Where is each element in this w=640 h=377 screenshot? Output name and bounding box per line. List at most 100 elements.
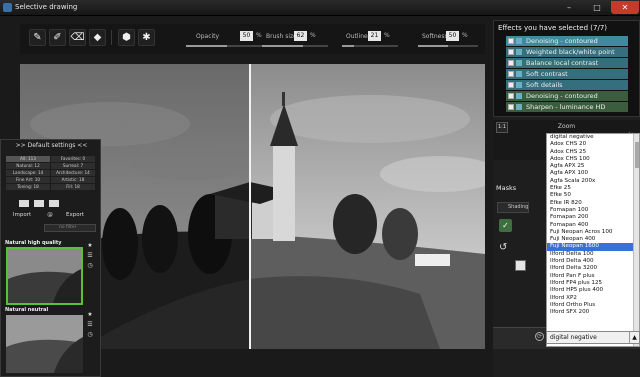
film-type-option[interactable]: Fomapan 200 bbox=[547, 214, 639, 221]
preset-thumbnail[interactable] bbox=[6, 315, 83, 373]
info-icon[interactable]: ◷ bbox=[87, 263, 93, 269]
checkbox-icon[interactable] bbox=[508, 71, 514, 77]
effect-item[interactable]: Denoising - contoured bbox=[506, 91, 628, 101]
preset-category[interactable]: Fine Art: 10 bbox=[6, 177, 50, 183]
preset-thumbnail-image bbox=[6, 315, 83, 373]
effect-item[interactable]: Denoising - contoured bbox=[506, 36, 628, 46]
film-type-option[interactable]: Ilford XP2 bbox=[547, 295, 639, 302]
minimize-button[interactable]: – bbox=[555, 1, 583, 14]
film-type-option[interactable]: digital negative bbox=[547, 134, 639, 141]
softness-value[interactable]: 50 bbox=[446, 31, 459, 41]
preset-category-grid: All: 113 Favorites: 0Natural: 12 Surreal: … bbox=[6, 156, 97, 191]
checkbox-icon[interactable] bbox=[508, 60, 514, 66]
checkbox-icon[interactable] bbox=[508, 82, 514, 88]
effect-item[interactable]: Balance local contrast bbox=[506, 58, 628, 68]
film-type-option[interactable]: Fomapan 100 bbox=[547, 207, 639, 214]
eraser-tool-icon[interactable]: ⌫ bbox=[69, 29, 86, 46]
dropdown-scrollbar[interactable] bbox=[633, 134, 639, 346]
preset-category[interactable]: Natural: 12 bbox=[6, 163, 50, 169]
film-type-option[interactable]: Efke 50 bbox=[547, 192, 639, 199]
preset-filter-select[interactable]: no filter bbox=[44, 224, 96, 232]
pen-tool-icon[interactable]: ✐ bbox=[49, 29, 66, 46]
film-type-option[interactable]: Ilford Delta 3200 bbox=[547, 265, 639, 272]
brush-tool-icon[interactable]: ✎ bbox=[29, 29, 46, 46]
film-type-option[interactable]: Ilford Delta 400 bbox=[547, 258, 639, 265]
brush-size-value[interactable]: 62 bbox=[294, 31, 307, 41]
checkbox-icon[interactable] bbox=[508, 49, 514, 55]
film-type-option[interactable]: Fuji Neopan 400 bbox=[547, 236, 639, 243]
chevron-up-icon[interactable]: ▲ bbox=[629, 332, 639, 343]
add-preset-icon[interactable] bbox=[48, 200, 59, 207]
preset-category[interactable]: Surreal: 7 bbox=[51, 163, 95, 169]
checkbox-icon[interactable] bbox=[508, 93, 514, 99]
refresh-icon[interactable]: ⟳ bbox=[535, 332, 544, 341]
settings-tool-icon[interactable]: ✱ bbox=[138, 29, 155, 46]
maximize-button[interactable]: □ bbox=[583, 1, 611, 14]
film-type-select[interactable]: digital negative ▲ bbox=[546, 331, 640, 344]
list-icon[interactable]: ☰ bbox=[87, 322, 93, 328]
brush-size-slider[interactable]: Brush size 62 % bbox=[262, 31, 336, 47]
preset-category[interactable]: All: 113 bbox=[6, 156, 50, 162]
film-type-option[interactable]: Efke IR 820 bbox=[547, 200, 639, 207]
fill-tool-icon[interactable]: ◆ bbox=[89, 29, 106, 46]
film-type-option[interactable]: Adox CHS 100 bbox=[547, 156, 639, 163]
film-type-option[interactable]: Fuji Neopan Acros 100 bbox=[547, 229, 639, 236]
film-type-option[interactable]: Efke 25 bbox=[547, 185, 639, 192]
film-type-option[interactable]: Agfa Scala 200x bbox=[547, 178, 639, 185]
film-type-option[interactable]: Fuji Neopan 1600 bbox=[547, 243, 639, 251]
film-type-dropdown[interactable]: digital negative Adox CHS 20 Adox CHS 25 Ad… bbox=[546, 133, 640, 347]
opacity-slider[interactable]: Opacity 50 % bbox=[186, 31, 268, 47]
list-view-icon[interactable] bbox=[33, 200, 44, 207]
preset-category[interactable]: Architecture: 14 bbox=[51, 170, 95, 176]
favorite-icon[interactable]: ★ bbox=[87, 312, 93, 318]
scrollbar-thumb[interactable] bbox=[635, 142, 639, 168]
effect-item[interactable]: Weighted black/white point bbox=[506, 47, 628, 57]
film-type-option[interactable]: Agfa APX 100 bbox=[547, 170, 639, 177]
film-type-option[interactable]: Adox CHS 25 bbox=[547, 149, 639, 156]
film-type-option[interactable]: Ilford Ortho Plus bbox=[547, 302, 639, 309]
undo-icon[interactable]: ↺ bbox=[499, 242, 512, 255]
outline-slider[interactable]: Outline 21 % bbox=[342, 31, 406, 47]
window-title: Selective drawing bbox=[15, 3, 78, 11]
mask-swatch[interactable] bbox=[515, 260, 526, 271]
favorite-icon[interactable]: ★ bbox=[87, 243, 93, 249]
film-type-option[interactable]: Fomapan 400 bbox=[547, 222, 639, 229]
preset-label: Natural neutral bbox=[5, 307, 49, 313]
preset-category[interactable]: Artistic: 18 bbox=[51, 177, 95, 183]
list-icon[interactable]: ☰ bbox=[87, 253, 93, 259]
checkbox-icon[interactable] bbox=[508, 104, 514, 110]
presets-title[interactable]: >> Default settings << bbox=[1, 142, 102, 149]
info-icon[interactable]: ◷ bbox=[87, 332, 93, 338]
opacity-value[interactable]: 50 bbox=[240, 31, 253, 41]
grid-view-icon[interactable] bbox=[19, 200, 29, 207]
effect-item[interactable]: Sharpen - luminance HD bbox=[506, 102, 628, 112]
presets-panel: >> Default settings << All: 113 Favorites… bbox=[0, 139, 101, 377]
preset-thumbnail[interactable] bbox=[6, 247, 83, 305]
film-type-option[interactable]: Agfa APX 25 bbox=[547, 163, 639, 170]
film-type-option[interactable]: Ilford HP5 plus 400 bbox=[547, 287, 639, 294]
film-type-option[interactable]: Ilford SFX 200 bbox=[547, 309, 639, 316]
at-icon[interactable]: @ bbox=[45, 211, 55, 220]
checkbox-icon[interactable] bbox=[508, 38, 514, 44]
preset-category[interactable]: Toning: 18 bbox=[6, 184, 50, 190]
app-icon bbox=[3, 3, 12, 12]
import-button[interactable]: Import bbox=[11, 211, 33, 220]
effect-item[interactable]: Soft details bbox=[506, 80, 628, 90]
effect-item[interactable]: Soft contrast bbox=[506, 69, 628, 79]
film-type-option[interactable]: Ilford Delta 100 bbox=[547, 251, 639, 258]
film-type-option[interactable]: Adox CHS 20 bbox=[547, 141, 639, 148]
film-type-option[interactable]: Ilford FP4 plus 125 bbox=[547, 280, 639, 287]
film-type-list: digital negative Adox CHS 20 Adox CHS 25 Ad… bbox=[547, 134, 639, 316]
shape-tool-icon[interactable]: ⬢ bbox=[118, 29, 135, 46]
outline-value[interactable]: 21 bbox=[368, 31, 381, 41]
export-button[interactable]: Export bbox=[63, 211, 87, 220]
checkmark-icon[interactable]: ✓ bbox=[499, 219, 512, 232]
preset-category[interactable]: Favorites: 0 bbox=[51, 156, 95, 162]
preset-category[interactable]: Landscape: 14 bbox=[6, 170, 50, 176]
softness-slider[interactable]: Softness 50 % bbox=[418, 31, 482, 47]
close-button[interactable]: ✕ bbox=[611, 1, 639, 14]
shading-button[interactable]: Shading bbox=[497, 202, 529, 213]
preset-category[interactable]: Fill: 18 bbox=[51, 184, 95, 190]
before-after-divider[interactable] bbox=[249, 64, 251, 349]
film-type-option[interactable]: Ilford Pan F plus bbox=[547, 273, 639, 280]
